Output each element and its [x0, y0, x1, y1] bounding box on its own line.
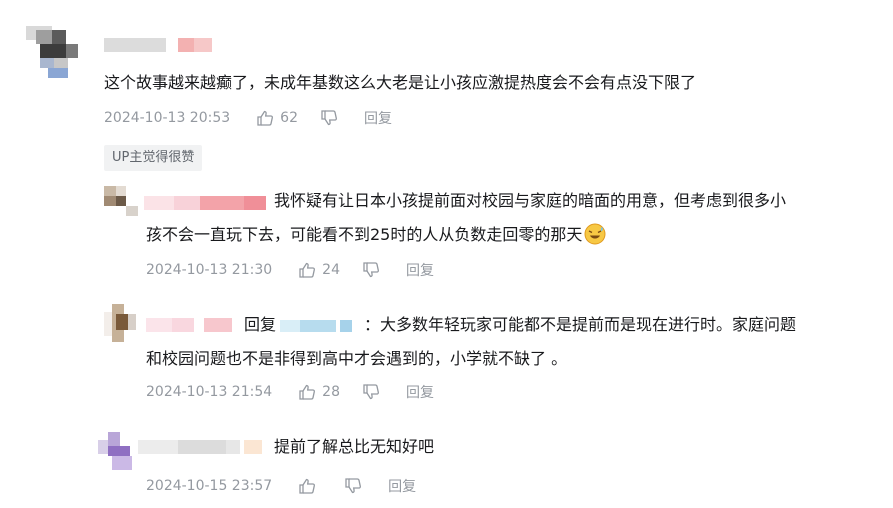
like-button[interactable]: 62	[256, 109, 298, 127]
thumbs-down-icon	[363, 384, 379, 400]
reply-time: 2024-10-15 23:57	[146, 478, 273, 494]
dislike-button[interactable]	[320, 109, 338, 127]
reply-button[interactable]: 回复	[406, 260, 434, 280]
reply-text-line1: 提前了解总比无知好吧	[274, 437, 435, 456]
reply-time: 2024-10-13 21:30	[146, 262, 273, 278]
reply-text-line2: 和校园问题也不是非得到高中才会遇到的，小学就不缺了 。	[146, 349, 568, 368]
thumbs-up-icon	[299, 384, 316, 400]
thumbs-down-icon	[345, 478, 362, 494]
thumbs-up-icon	[299, 478, 316, 494]
avatar[interactable]	[26, 26, 78, 78]
like-button[interactable]	[298, 477, 322, 495]
dislike-button[interactable]	[362, 383, 380, 401]
reply-time: 2024-10-13 21:54	[146, 384, 273, 400]
like-button[interactable]: 24	[298, 261, 340, 279]
reply-text: 孩不会一直玩下去，可能看不到25时的人从负数走回零的那天	[146, 225, 583, 244]
reply-meta: 2024-10-15 23:57 回复	[146, 476, 416, 496]
avatar[interactable]	[104, 304, 144, 342]
comment-text: 这个故事越来越癫了，未成年基数这么大老是让小孩应激提热度会不会有点没下限了	[104, 73, 697, 92]
username[interactable]	[146, 318, 232, 332]
comment-time: 2024-10-13 20:53	[104, 110, 231, 126]
avatar[interactable]	[98, 432, 136, 470]
like-count: 24	[322, 262, 340, 278]
reply-meta: 2024-10-13 21:30 24 回复	[146, 260, 434, 280]
like-button[interactable]: 28	[298, 383, 340, 401]
reply-text-line2: 孩不会一直玩下去，可能看不到25时的人从负数走回零的那天	[146, 222, 606, 248]
sweat-laugh-emoji	[584, 223, 606, 245]
reply-text: ：大多数年轻玩家可能都不是提前而是现在进行时。家庭问题	[364, 315, 797, 334]
like-count: 28	[322, 384, 340, 400]
up-liked-badge: UP主觉得很赞	[104, 145, 203, 171]
reply-button[interactable]: 回复	[364, 108, 392, 128]
like-count: 62	[280, 110, 298, 126]
reply-text-line1: 我怀疑有让日本小孩提前面对校园与家庭的暗面的用意，但考虑到很多小	[274, 191, 787, 210]
username[interactable]	[138, 440, 262, 454]
comment-meta: 2024-10-13 20:53 62 回复	[104, 108, 392, 128]
username[interactable]	[104, 38, 214, 52]
thumbs-down-icon	[321, 110, 337, 126]
thumbs-up-icon	[257, 110, 274, 126]
dislike-button[interactable]	[362, 261, 380, 279]
dislike-button[interactable]	[344, 477, 362, 495]
thumbs-down-icon	[363, 262, 379, 278]
mention-username[interactable]	[280, 319, 360, 332]
reply-text-line1: 回复 ：大多数年轻玩家可能都不是提前而是现在进行时。家庭问题	[244, 312, 796, 338]
reply-button[interactable]: 回复	[388, 476, 416, 496]
reply-prefix: 回复	[244, 315, 277, 334]
reply-meta: 2024-10-13 21:54 28 回复	[146, 382, 434, 402]
username[interactable]	[144, 196, 266, 210]
thumbs-up-icon	[299, 262, 316, 278]
reply-button[interactable]: 回复	[406, 382, 434, 402]
avatar[interactable]	[104, 186, 138, 216]
